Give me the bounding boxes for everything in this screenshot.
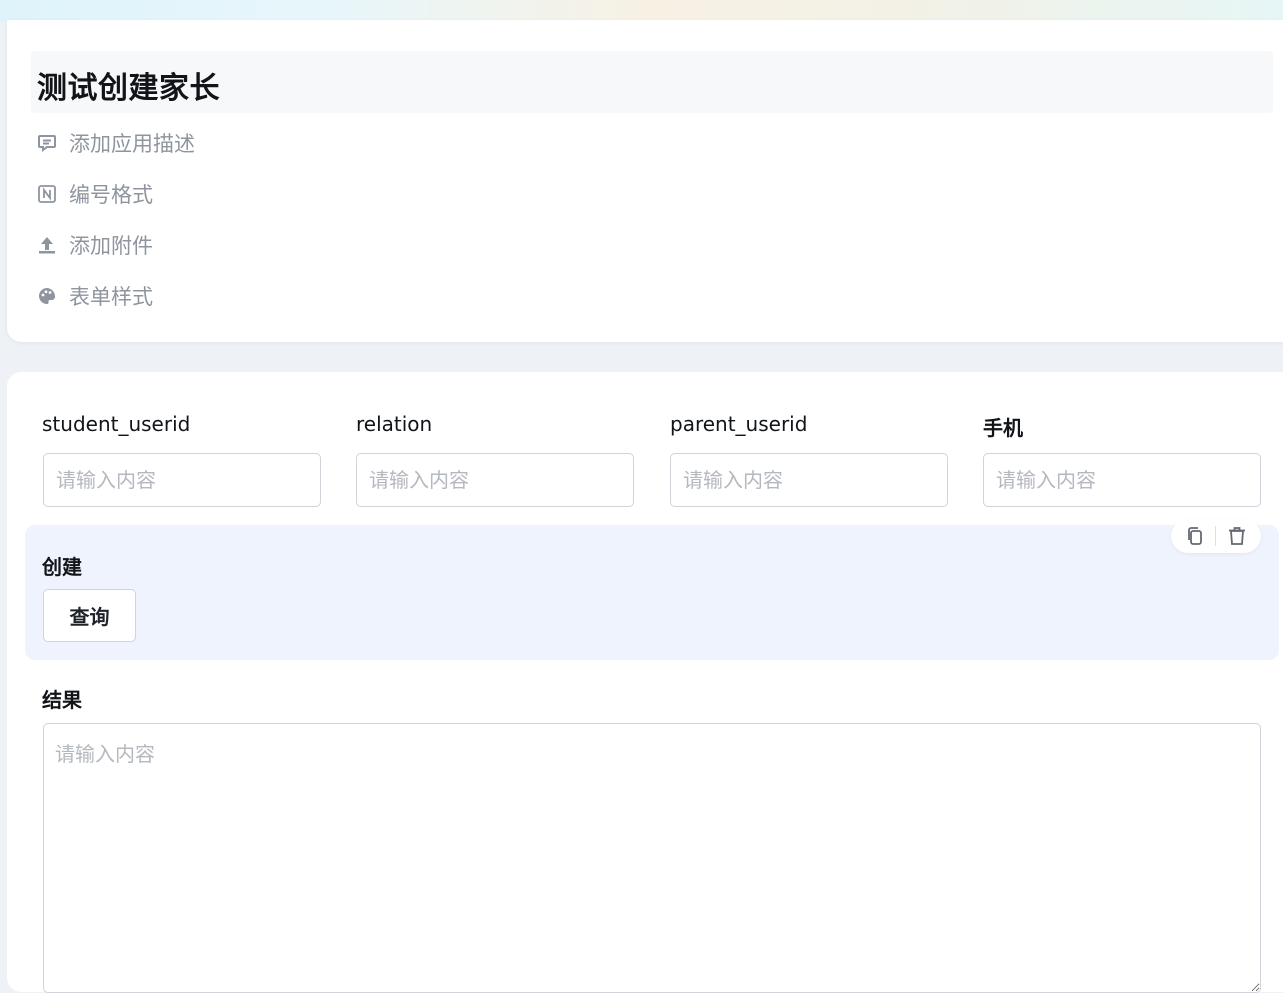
form-card: student_userid relation parent_userid 手机… <box>7 372 1283 993</box>
number-format-action[interactable]: 编号格式 <box>37 179 153 209</box>
add-description-label: 添加应用描述 <box>69 132 195 156</box>
section-toolbar <box>1171 519 1261 553</box>
add-attachment-label: 添加附件 <box>69 234 153 258</box>
phone-label: 手机 <box>983 416 1023 440</box>
create-action-section[interactable]: 创建 查询 <box>25 519 1279 660</box>
parent-userid-input[interactable] <box>670 453 948 507</box>
query-button[interactable]: 查询 <box>43 589 136 642</box>
result-textarea[interactable] <box>43 723 1261 993</box>
title-box[interactable]: 测试创建家长 <box>31 51 1273 113</box>
number-format-label: 编号格式 <box>69 183 153 207</box>
palette-icon <box>37 286 57 306</box>
trash-icon[interactable] <box>1226 525 1248 547</box>
upload-icon <box>37 235 57 255</box>
header-card: 测试创建家长 添加应用描述 编号格式 添加附件 表单样式 <box>7 20 1283 342</box>
phone-input[interactable] <box>983 453 1261 507</box>
relation-label: relation <box>356 412 433 436</box>
form-style-action[interactable]: 表单样式 <box>37 281 153 311</box>
add-description-action[interactable]: 添加应用描述 <box>37 128 195 158</box>
add-attachment-action[interactable]: 添加附件 <box>37 230 153 260</box>
relation-input[interactable] <box>356 453 634 507</box>
top-banner <box>0 0 1283 22</box>
create-section-label: 创建 <box>42 555 82 579</box>
comment-icon <box>37 133 57 153</box>
result-label: 结果 <box>42 688 82 712</box>
toolbar-divider <box>1215 526 1217 546</box>
student-userid-input[interactable] <box>43 453 321 507</box>
copy-icon[interactable] <box>1184 525 1206 547</box>
number-format-icon <box>37 184 57 204</box>
parent-userid-label: parent_userid <box>670 412 808 436</box>
page-title[interactable]: 测试创建家长 <box>37 63 220 107</box>
student-userid-label: student_userid <box>42 412 191 436</box>
form-style-label: 表单样式 <box>69 285 153 309</box>
